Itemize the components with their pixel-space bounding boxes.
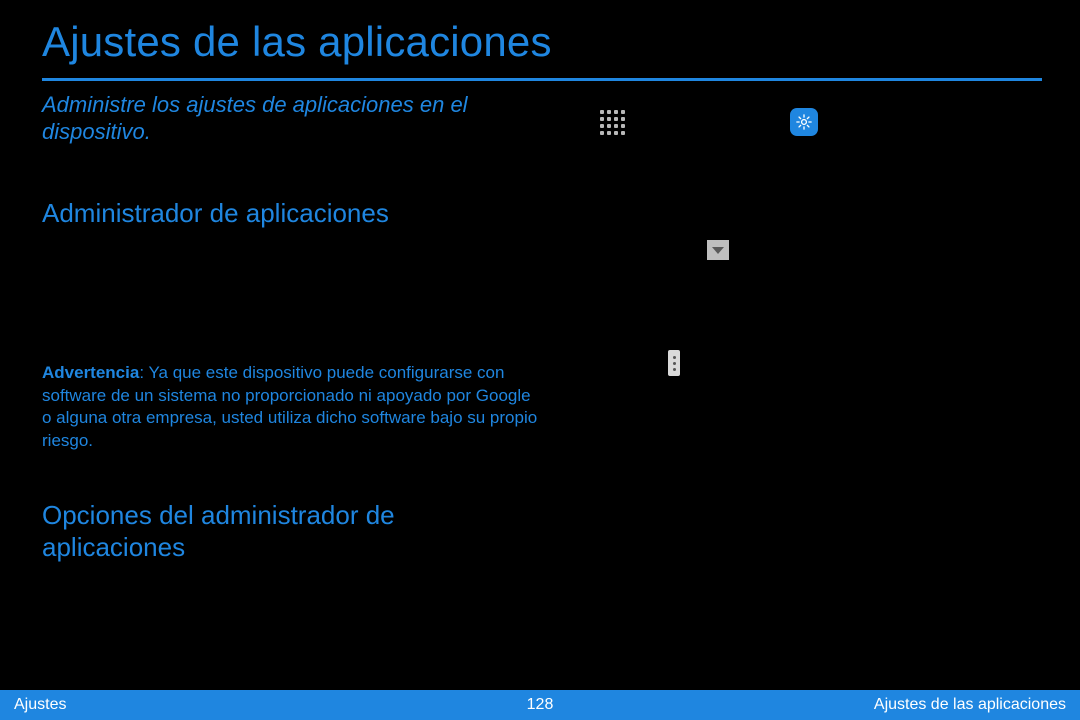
title-divider (42, 78, 1042, 81)
step-3-line1: 3.Si ha inhabilitado aplicaciones, pulse… (560, 224, 1040, 247)
footer-right: Ajustes de las aplicaciones (874, 696, 1066, 714)
more-vertical-icon (668, 350, 680, 376)
heading-app-manager-options: Opciones del administrador de aplicacion… (42, 500, 542, 563)
step-2: 2.Pulse en Aplicaciones > Administrador … (560, 160, 1040, 183)
footer-left: Ajustes (14, 696, 66, 714)
intro-text: Administre los ajustes de aplicaciones e… (42, 92, 512, 146)
step-1-line3: Ajustes. (830, 120, 1040, 143)
body-app-manager-options: Si tiene aplicaciones inhabilitadas, pue… (42, 576, 542, 622)
step-4-line2: Más opciones > Mostrar/Ocultar aplicacio… (690, 346, 1050, 392)
body-app-manager: Puede descargar e instalar nuevas aplica… (42, 244, 542, 313)
settings-gear-icon (790, 108, 818, 136)
warning-text: Advertencia: Ya que este dispositivo pue… (42, 362, 542, 452)
document-page: Ajustes de las aplicaciones Administre l… (0, 0, 1080, 720)
apps-grid-icon (600, 110, 624, 134)
heading-app-manager: Administrador de aplicaciones (42, 198, 389, 229)
step-3-line2: Todas las aplicaciones en la parte super… (600, 260, 1040, 306)
page-title: Ajustes de las aplicaciones (42, 18, 552, 66)
page-footer: Ajustes 128 Ajustes de las aplicaciones (0, 690, 1080, 720)
warning-lead: Advertencia (42, 363, 139, 382)
chevron-down-icon (707, 240, 729, 260)
